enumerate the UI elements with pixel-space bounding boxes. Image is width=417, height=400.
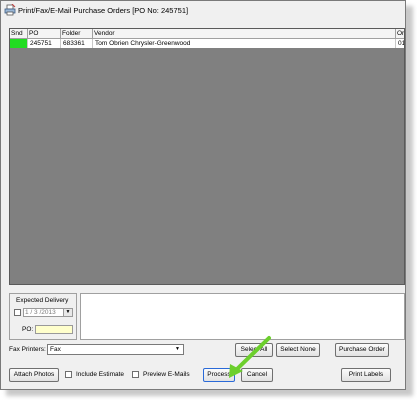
- preview-emails-checkbox[interactable]: [132, 371, 139, 378]
- expected-delivery-panel: Expected Delivery 1 / 3 /2013 ▼ PO:: [9, 293, 77, 340]
- chevron-down-icon[interactable]: ▼: [173, 346, 182, 353]
- column-header-vendor[interactable]: Vendor: [93, 29, 396, 38]
- column-header-snd[interactable]: Snd: [10, 29, 28, 38]
- po-label: PO:: [22, 326, 34, 333]
- purchase-order-button[interactable]: Purchase Order: [335, 343, 389, 357]
- expected-delivery-date-picker[interactable]: 1 / 3 /2013 ▼: [23, 308, 73, 317]
- printer-icon: [4, 3, 16, 16]
- purchase-orders-grid[interactable]: Snd PO Folder Vendor Or 245751 683361 To…: [9, 28, 405, 285]
- title-bar: Print/Fax/E-Mail Purchase Orders [PO No:…: [1, 1, 405, 19]
- column-header-folder[interactable]: Folder: [61, 29, 93, 38]
- select-none-button[interactable]: Select None: [276, 343, 320, 357]
- grid-header: Snd PO Folder Vendor Or: [10, 29, 404, 39]
- include-estimate-label: Include Estimate: [76, 371, 125, 378]
- fax-printers-label: Fax Printers:: [9, 346, 46, 353]
- expected-delivery-label: Expected Delivery: [16, 297, 69, 304]
- window-title: Print/Fax/E-Mail Purchase Orders [PO No:…: [18, 6, 189, 15]
- folder-cell: 683361: [61, 39, 93, 48]
- process-button[interactable]: Process: [203, 368, 235, 382]
- select-all-button[interactable]: Select All: [235, 343, 273, 357]
- table-row[interactable]: 245751 683361 Tom Obrien Chrysler-Greenw…: [10, 39, 404, 48]
- preview-emails-label: Preview E-Mails: [143, 371, 190, 378]
- cancel-button[interactable]: Cancel: [241, 368, 273, 382]
- expected-delivery-date: 1 / 3 /2013: [25, 309, 56, 316]
- chevron-down-icon[interactable]: ▼: [63, 309, 72, 316]
- send-status-cell[interactable]: [10, 39, 28, 48]
- notes-area[interactable]: [80, 293, 405, 340]
- attach-photos-button[interactable]: Attach Photos: [9, 368, 59, 382]
- po-dialog-window: Print/Fax/E-Mail Purchase Orders [PO No:…: [0, 0, 406, 390]
- po-input[interactable]: [35, 325, 73, 334]
- expected-delivery-checkbox[interactable]: [14, 309, 21, 316]
- include-estimate-checkbox[interactable]: [65, 371, 72, 378]
- po-cell: 245751: [28, 39, 61, 48]
- fax-printers-value: Fax: [50, 346, 61, 353]
- column-header-or[interactable]: Or: [396, 29, 404, 38]
- fax-printers-select[interactable]: Fax ▼: [47, 344, 184, 355]
- print-labels-button[interactable]: Print Labels: [341, 368, 391, 382]
- or-cell: 01: [398, 40, 405, 47]
- vendor-cell: Tom Obrien Chrysler-Greenwood: [93, 39, 396, 48]
- column-header-po[interactable]: PO: [28, 29, 61, 38]
